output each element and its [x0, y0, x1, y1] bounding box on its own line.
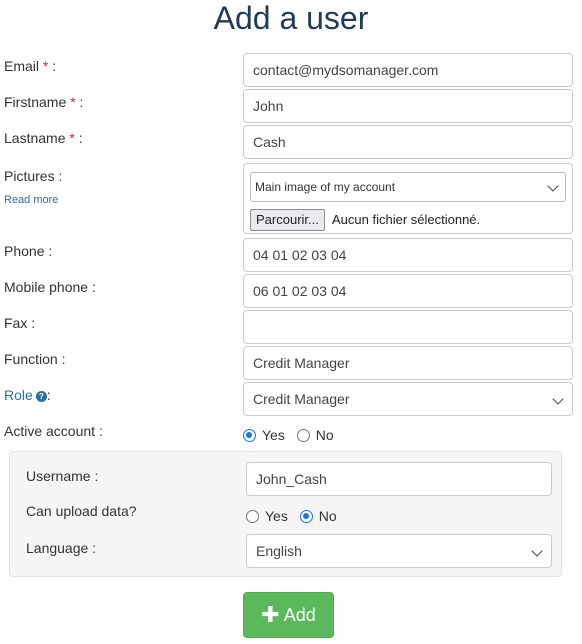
chevron-down-icon — [531, 545, 543, 557]
lastname-label: Lastname * : — [4, 130, 83, 146]
function-label: Function : — [4, 351, 66, 367]
role-select[interactable]: Credit Manager — [243, 382, 573, 416]
can-upload-label: Can upload data? — [26, 503, 137, 519]
role-value: Credit Manager — [253, 391, 350, 407]
read-more-link[interactable]: Read more — [4, 194, 58, 206]
fax-field[interactable] — [243, 310, 573, 344]
function-field[interactable]: Credit Manager — [243, 346, 573, 380]
email-label: Email * : — [4, 58, 57, 74]
page-title: Add a user — [213, 0, 369, 36]
pictures-box: Main image of my account Parcourir... Au… — [243, 163, 573, 234]
active-no-option[interactable]: No — [296, 427, 334, 443]
radio-checked[interactable] — [299, 510, 313, 523]
active-account-radio-group: Yes No — [243, 427, 342, 443]
username-label: Username : — [26, 468, 99, 484]
firstname-label: Firstname * : — [4, 94, 84, 110]
upload-yes-option[interactable]: Yes — [246, 508, 288, 524]
add-button-label: Add — [283, 605, 316, 625]
lastname-field[interactable]: Cash — [243, 125, 573, 159]
radio-checked[interactable] — [243, 429, 256, 442]
active-account-label: Active account : — [4, 423, 103, 439]
radio-unchecked[interactable] — [296, 429, 310, 442]
chevron-down-icon — [552, 393, 564, 405]
add-button[interactable]: ✚ Add — [243, 592, 334, 638]
browse-button[interactable]: Parcourir... — [250, 209, 325, 231]
phone-field[interactable]: 04 01 02 03 04 — [243, 238, 573, 272]
mobile-field[interactable]: 06 01 02 03 04 — [243, 274, 573, 308]
role-label: Role?: — [4, 387, 51, 403]
upload-no-option[interactable]: No — [299, 508, 337, 524]
username-field[interactable]: John_Cash — [246, 462, 552, 496]
picture-type-select[interactable]: Main image of my account — [250, 172, 566, 202]
phone-label: Phone : — [4, 243, 53, 259]
firstname-field[interactable]: John — [243, 89, 573, 123]
active-yes-option[interactable]: Yes — [243, 427, 285, 443]
radio-unchecked[interactable] — [246, 510, 259, 523]
fax-label: Fax : — [4, 315, 36, 331]
help-icon[interactable]: ? — [35, 391, 47, 402]
email-field[interactable]: contact@mydsomanager.com — [243, 53, 573, 87]
role-link[interactable]: Role — [4, 387, 33, 403]
no-file-text: Aucun fichier sélectionné. — [332, 212, 481, 227]
picture-type-value: Main image of my account — [255, 180, 396, 194]
language-value: English — [256, 543, 302, 559]
chevron-down-icon — [547, 180, 559, 192]
mobile-label: Mobile phone : — [4, 279, 96, 295]
plus-icon: ✚ — [261, 602, 280, 627]
language-label: Language : — [26, 540, 97, 556]
language-select[interactable]: English — [246, 534, 552, 568]
account-panel: Username : John_Cash Can upload data? Ye… — [9, 451, 562, 577]
can-upload-radio-group: Yes No — [246, 508, 345, 524]
pictures-label: Pictures : — [4, 168, 63, 184]
